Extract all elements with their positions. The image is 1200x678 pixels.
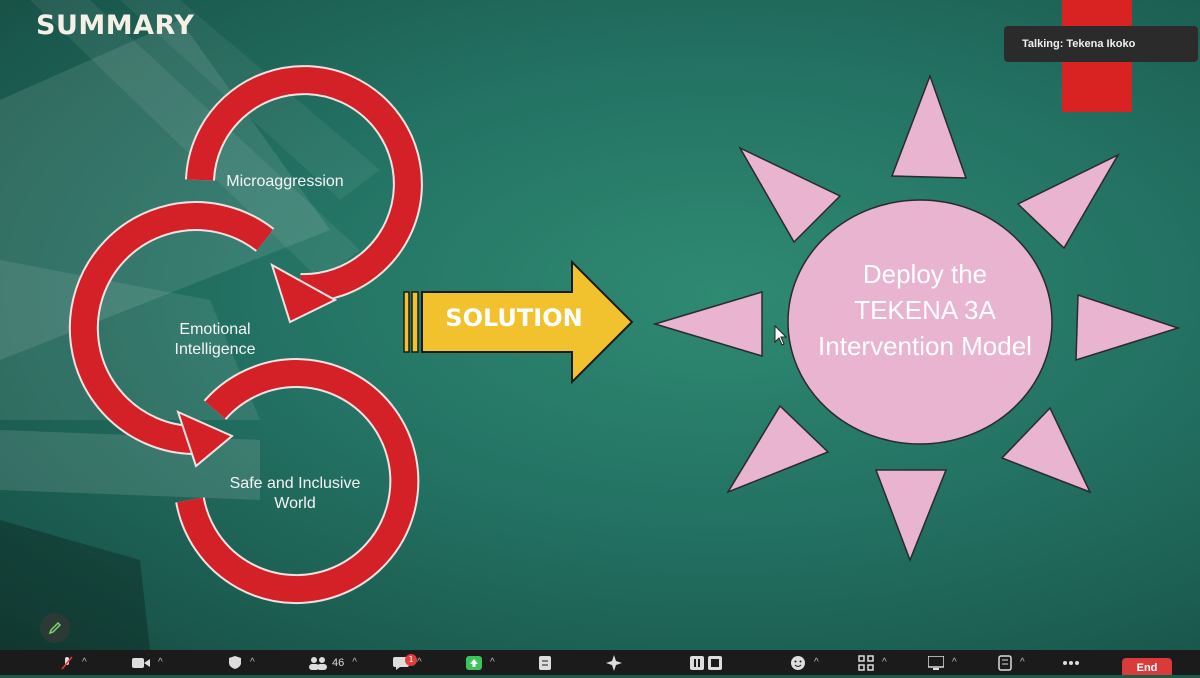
chevron-up-icon[interactable]: ^ bbox=[814, 657, 819, 668]
security-button[interactable]: ^ bbox=[228, 650, 255, 675]
apps-icon bbox=[858, 654, 874, 671]
chevron-up-icon[interactable]: ^ bbox=[882, 657, 887, 668]
sun-ray-top-left bbox=[738, 146, 842, 244]
chevron-up-icon[interactable]: ^ bbox=[82, 657, 87, 668]
share-screen-icon bbox=[466, 655, 482, 670]
more-icon bbox=[1063, 660, 1079, 665]
mouse-cursor bbox=[774, 324, 788, 346]
sun-center-text: Deploy the TEKENA 3A Intervention Model bbox=[818, 259, 1032, 361]
sun-ray-left bbox=[652, 290, 763, 358]
mute-button[interactable]: ^ bbox=[60, 650, 87, 675]
talking-indicator: Talking: Tekena Ikoko bbox=[1004, 26, 1198, 62]
whiteboard-icon bbox=[998, 654, 1012, 671]
chevron-up-icon[interactable]: ^ bbox=[158, 657, 163, 668]
pause-stop-icon bbox=[690, 655, 722, 670]
sun-ray-bottom-right bbox=[1000, 406, 1092, 494]
sun-ray-bottom bbox=[874, 469, 948, 563]
chevron-up-icon[interactable]: ^ bbox=[417, 657, 422, 668]
chat-badge: 1 bbox=[405, 654, 417, 666]
view-icon bbox=[928, 655, 944, 670]
shared-slide: SUMMARY Microaggression Emotional Intell… bbox=[0, 0, 1200, 650]
ai-companion-icon bbox=[606, 654, 622, 671]
meeting-toolbar: ^ ^ ^ 46 ^ ^ 1 ^ ^ ^ ^ ^ bbox=[0, 650, 1200, 675]
pen-icon bbox=[48, 621, 62, 635]
more-button[interactable] bbox=[1062, 650, 1080, 675]
notes-icon bbox=[539, 655, 551, 670]
sun-ray-top bbox=[890, 73, 968, 179]
view-button[interactable]: ^ bbox=[928, 650, 957, 675]
apps-button[interactable]: ^ bbox=[858, 650, 887, 675]
chevron-up-icon[interactable]: ^ bbox=[952, 657, 957, 668]
sun-ray-bottom-left bbox=[726, 404, 830, 494]
ai-companion-button[interactable] bbox=[606, 650, 622, 675]
security-icon bbox=[229, 656, 241, 669]
video-button[interactable]: ^ bbox=[132, 650, 163, 675]
whiteboard-button[interactable]: ^ bbox=[998, 650, 1025, 675]
chevron-up-icon[interactable]: ^ bbox=[250, 657, 255, 668]
reactions-button[interactable]: ^ bbox=[790, 650, 819, 675]
chevron-up-icon[interactable]: ^ bbox=[352, 657, 357, 668]
end-meeting-button[interactable]: End bbox=[1122, 658, 1172, 675]
chevron-up-icon[interactable]: ^ bbox=[1020, 657, 1025, 668]
participants-button[interactable]: 46 ^ bbox=[308, 650, 357, 675]
recording-controls[interactable] bbox=[690, 650, 724, 675]
chevron-up-icon[interactable]: ^ bbox=[490, 657, 495, 668]
video-icon bbox=[132, 657, 150, 668]
share-screen-button[interactable]: ^ bbox=[466, 650, 495, 675]
sun-ray-top-right bbox=[1016, 153, 1120, 250]
notes-button[interactable] bbox=[538, 650, 552, 675]
participants-count: 46 bbox=[332, 656, 345, 669]
participants-icon bbox=[309, 656, 327, 670]
reactions-icon bbox=[791, 655, 805, 670]
annotate-pen-button[interactable] bbox=[40, 613, 70, 643]
mic-muted-icon bbox=[61, 655, 73, 670]
sun-ray-right bbox=[1075, 293, 1181, 362]
